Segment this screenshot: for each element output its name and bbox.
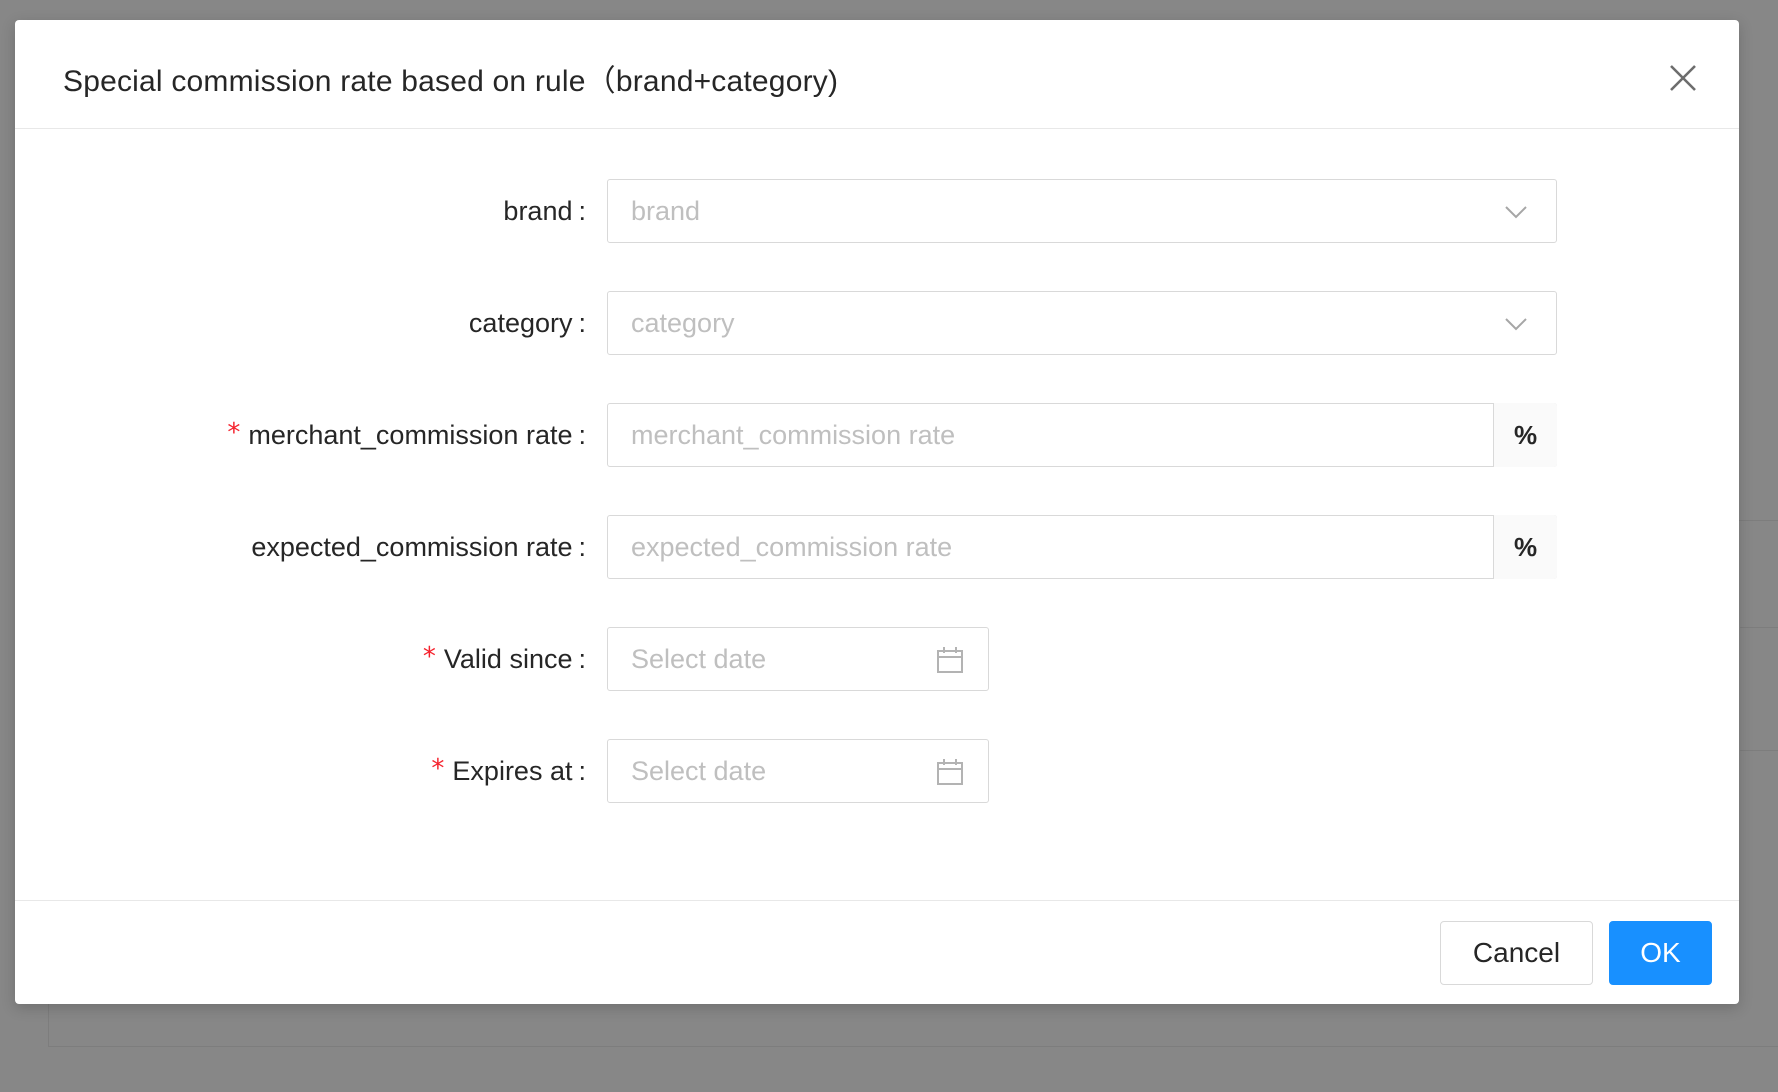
category-select[interactable]: category [607, 291, 1557, 355]
form-row-expires-at: * Expires at: Select date [15, 739, 1739, 803]
brand-placeholder: brand [631, 195, 701, 226]
expected-rate-label-text: expected_commission rate [251, 531, 573, 562]
merchant-rate-label-text: merchant_commission rate [248, 419, 573, 450]
ok-button[interactable]: OK [1609, 921, 1712, 985]
merchant-rate-label: * merchant_commission rate: [227, 403, 586, 467]
merchant-rate-input-group: merchant_commission rate % [607, 403, 1557, 467]
expected-rate-input-group: expected_commission rate % [607, 515, 1557, 579]
expires-at-label-text: Expires at [452, 755, 573, 786]
modal-header: Special commission rate based on rule（br… [15, 20, 1739, 129]
calendar-icon [937, 647, 963, 673]
background-divider [1740, 627, 1778, 628]
chevron-down-icon [1505, 318, 1527, 331]
required-mark: * [227, 418, 241, 448]
valid-since-placeholder: Select date [631, 643, 767, 674]
chevron-down-icon [1505, 206, 1527, 219]
valid-since-date-picker[interactable]: Select date [607, 627, 989, 691]
label-colon: : [578, 755, 586, 786]
brand-select[interactable]: brand [607, 179, 1557, 243]
expires-at-label: * Expires at: [431, 739, 586, 803]
category-label: category: [469, 291, 586, 355]
label-colon: : [578, 419, 586, 450]
commission-rate-modal: Special commission rate based on rule（br… [15, 20, 1739, 1004]
valid-since-label-text: Valid since [443, 643, 573, 674]
brand-label: brand: [503, 179, 586, 243]
label-colon: : [578, 195, 586, 226]
expires-at-placeholder: Select date [631, 755, 767, 786]
brand-label-text: brand [503, 195, 573, 226]
form-row-brand: brand: brand [15, 179, 1739, 243]
label-colon: : [578, 531, 586, 562]
form-row-expected-rate: expected_commission rate: expected_commi… [15, 515, 1739, 579]
modal-footer: Cancel OK [15, 900, 1739, 1004]
label-colon: : [578, 643, 586, 674]
cancel-button[interactable]: Cancel [1440, 921, 1593, 985]
category-placeholder: category [631, 307, 735, 338]
percent-addon: % [1494, 403, 1557, 467]
close-icon [1670, 65, 1696, 91]
merchant-rate-input[interactable]: merchant_commission rate [608, 403, 1494, 467]
category-label-text: category [468, 307, 573, 338]
required-mark: * [431, 754, 445, 784]
background-divider [1740, 750, 1778, 751]
modal-title: Special commission rate based on rule（br… [63, 65, 839, 98]
valid-since-label: * Valid since: [423, 627, 586, 691]
calendar-icon [937, 759, 963, 785]
close-button[interactable] [1661, 56, 1705, 100]
required-mark: * [422, 642, 436, 672]
expected-rate-placeholder: expected_commission rate [631, 531, 953, 562]
expected-rate-input[interactable]: expected_commission rate [608, 515, 1494, 579]
merchant-rate-placeholder: merchant_commission rate [631, 419, 956, 450]
label-colon: : [578, 307, 586, 338]
expected-rate-label: expected_commission rate: [251, 515, 586, 579]
form-row-category: category: category [15, 291, 1739, 355]
percent-addon: % [1494, 515, 1557, 579]
form-row-valid-since: * Valid since: Select date [15, 627, 1739, 691]
expires-at-date-picker[interactable]: Select date [607, 739, 989, 803]
form-row-merchant-rate: * merchant_commission rate: merchant_comm… [15, 403, 1739, 467]
